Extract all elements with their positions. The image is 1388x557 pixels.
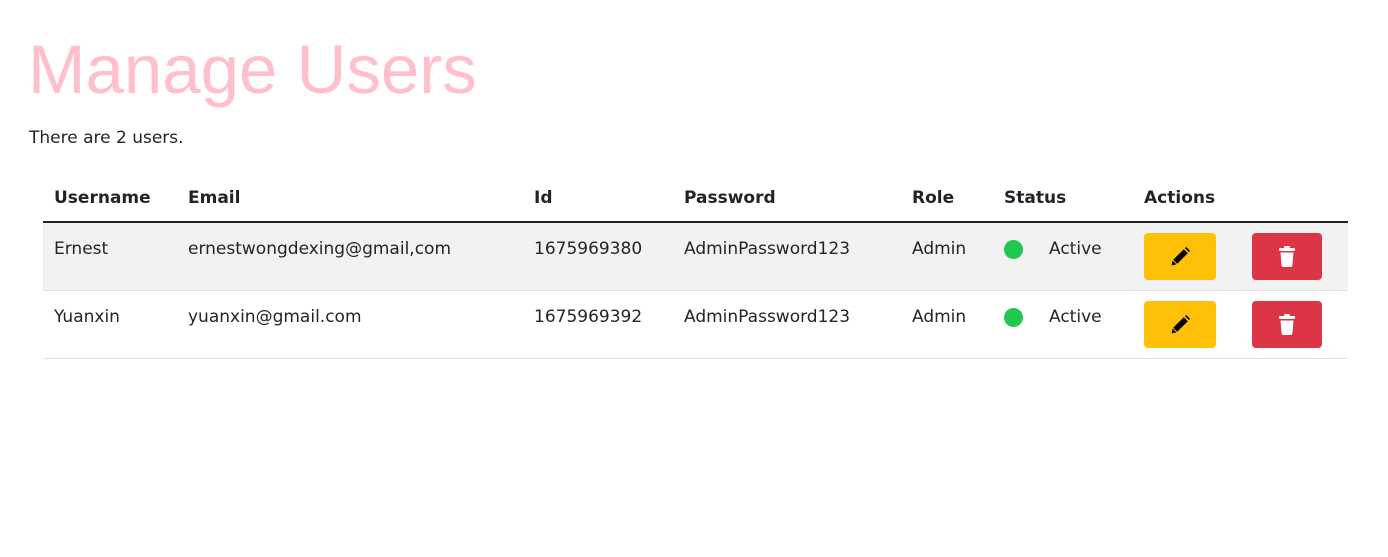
status-dot-icon [1004, 239, 1023, 259]
edit-cell [1133, 290, 1241, 359]
table-row: Yuanxin yuanxin@gmail.com 1675969392 Adm… [43, 290, 1348, 359]
id-text: 1675969380 [534, 239, 643, 259]
status-dot-icon [1004, 307, 1023, 327]
column-header-email: Email [177, 174, 523, 223]
column-header-id: Id [523, 174, 673, 223]
table-row: Ernest ernestwongdexing@gmail,com 167596… [43, 222, 1348, 291]
role-cell: Admin [901, 222, 993, 291]
role-text: Admin [912, 307, 967, 327]
username-text: Ernest [54, 239, 109, 259]
email-text: yuanxin@gmail.com [188, 307, 362, 327]
trash-icon [1279, 314, 1295, 335]
status-cell: Active [993, 222, 1133, 291]
column-header-blank [1241, 174, 1348, 223]
username-cell: Ernest [43, 222, 177, 291]
user-count-text: There are 2 users. [29, 128, 184, 148]
delete-cell [1241, 290, 1348, 359]
role-text: Admin [912, 239, 967, 259]
status-text: Active [1049, 239, 1102, 259]
delete-user-button[interactable] [1252, 301, 1322, 348]
password-cell: AdminPassword123 [673, 290, 901, 359]
column-header-username: Username [43, 174, 177, 223]
password-text: AdminPassword123 [684, 239, 851, 259]
email-cell: yuanxin@gmail.com [177, 290, 523, 359]
id-cell: 1675969392 [523, 290, 673, 359]
username-text: Yuanxin [54, 307, 120, 327]
edit-user-button[interactable] [1144, 301, 1216, 348]
role-cell: Admin [901, 290, 993, 359]
email-text: ernestwongdexing@gmail,com [188, 239, 452, 259]
email-cell: ernestwongdexing@gmail,com [177, 222, 523, 291]
table-header-row: Username Email Id Password Role Status A… [43, 174, 1348, 223]
status-indicator: Active [1004, 291, 1133, 329]
trash-icon [1279, 246, 1295, 267]
id-cell: 1675969380 [523, 222, 673, 291]
delete-user-button[interactable] [1252, 233, 1322, 280]
delete-cell [1241, 222, 1348, 291]
column-header-role: Role [901, 174, 993, 223]
page-title: Manage Users [28, 31, 477, 108]
password-cell: AdminPassword123 [673, 222, 901, 291]
edit-user-button[interactable] [1144, 233, 1216, 280]
column-header-status: Status [993, 174, 1133, 223]
password-text: AdminPassword123 [684, 307, 851, 327]
users-table: Username Email Id Password Role Status A… [43, 174, 1348, 359]
pencil-icon [1171, 246, 1190, 265]
column-header-password: Password [673, 174, 901, 223]
status-cell: Active [993, 290, 1133, 359]
manage-users-page: Manage Users There are 2 users. Username… [0, 0, 1388, 557]
edit-cell [1133, 222, 1241, 291]
status-indicator: Active [1004, 223, 1133, 261]
username-cell: Yuanxin [43, 290, 177, 359]
id-text: 1675969392 [534, 307, 643, 327]
status-text: Active [1049, 307, 1102, 327]
column-header-actions: Actions [1133, 174, 1241, 223]
pencil-icon [1171, 314, 1190, 333]
